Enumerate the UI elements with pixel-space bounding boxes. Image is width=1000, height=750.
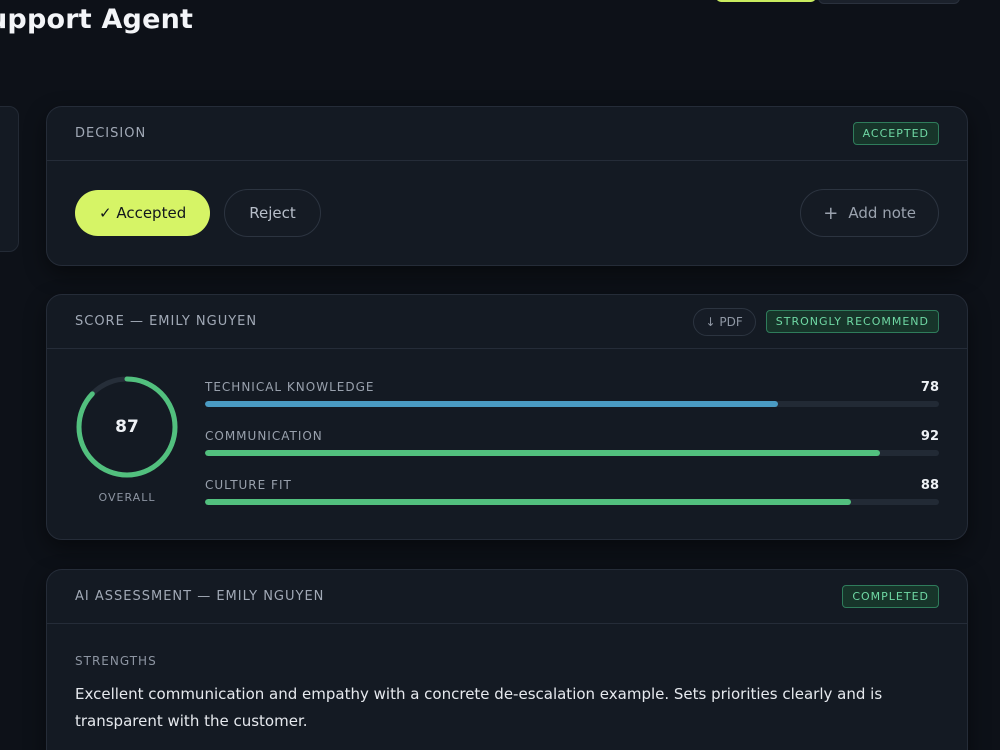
overall-label: OVERALL bbox=[98, 491, 156, 504]
plus-icon: + bbox=[823, 202, 839, 224]
metric-label: COMMUNICATION bbox=[205, 429, 323, 443]
ai-assessment-header: AI ASSESSMENT — EMILY NGUYEN COMPLETED bbox=[47, 570, 967, 624]
recommendation-badge: STRONGLY RECOMMEND bbox=[765, 310, 939, 333]
score-header: SCORE — EMILY NGUYEN ↓ PDF STRONGLY RECO… bbox=[47, 295, 967, 349]
score-body: 87 OVERALL TECHNICAL KNOWLEDGE 78 COMMUN… bbox=[47, 349, 967, 539]
add-note-button[interactable]: + Add note bbox=[800, 189, 939, 237]
strengths-label: STRENGTHS bbox=[75, 654, 157, 668]
overall-score-ring: 87 bbox=[75, 375, 179, 479]
metric-label: CULTURE FIT bbox=[205, 478, 292, 492]
score-title: SCORE — EMILY NGUYEN bbox=[75, 314, 258, 329]
metric-label: TECHNICAL KNOWLEDGE bbox=[205, 380, 375, 394]
metric-value: 92 bbox=[920, 428, 939, 444]
metric-value: 88 bbox=[920, 477, 939, 493]
decision-status-badge: ACCEPTED bbox=[852, 122, 939, 145]
overall-score-value: 87 bbox=[115, 417, 139, 437]
ai-assessment-card: AI ASSESSMENT — EMILY NGUYEN COMPLETED S… bbox=[46, 569, 968, 750]
score-metrics: TECHNICAL KNOWLEDGE 78 COMMUNICATION 92 bbox=[205, 379, 939, 526]
strengths-text: Excellent communication and empathy with… bbox=[75, 685, 883, 730]
top-action-pill[interactable] bbox=[716, 0, 816, 2]
page-title: upport Agent bbox=[0, 4, 194, 35]
metric-technical-knowledge: TECHNICAL KNOWLEDGE 78 bbox=[205, 379, 939, 428]
assessment-status-badge: COMPLETED bbox=[842, 585, 939, 608]
reject-button[interactable]: Reject bbox=[224, 189, 321, 237]
side-panel bbox=[0, 106, 19, 252]
decision-actions: ✓ Accepted Reject + Add note bbox=[47, 161, 967, 265]
metric-communication: COMMUNICATION 92 bbox=[205, 428, 939, 477]
metric-value: 78 bbox=[920, 379, 939, 395]
ai-assessment-body: STRENGTHS Excellent communication and em… bbox=[47, 624, 967, 735]
metric-bar bbox=[205, 499, 851, 505]
metric-track bbox=[205, 499, 939, 505]
add-note-label: Add note bbox=[848, 204, 916, 222]
metric-bar bbox=[205, 450, 881, 456]
download-pdf-button[interactable]: ↓ PDF bbox=[692, 307, 756, 336]
top-secondary-pill[interactable] bbox=[818, 0, 960, 4]
metric-bar bbox=[205, 401, 778, 407]
decision-title: DECISION bbox=[75, 126, 147, 141]
page: upport Agent DECISION ACCEPTED ✓ Accepte… bbox=[0, 0, 1000, 750]
metric-track bbox=[205, 450, 939, 456]
metric-culture-fit: CULTURE FIT 88 bbox=[205, 477, 939, 526]
decision-card: DECISION ACCEPTED ✓ Accepted Reject + Ad… bbox=[46, 106, 968, 266]
accepted-button[interactable]: ✓ Accepted bbox=[75, 190, 211, 236]
metric-track bbox=[205, 401, 939, 407]
score-card: SCORE — EMILY NGUYEN ↓ PDF STRONGLY RECO… bbox=[46, 294, 968, 540]
decision-header: DECISION ACCEPTED bbox=[47, 107, 967, 161]
ai-assessment-title: AI ASSESSMENT — EMILY NGUYEN bbox=[75, 589, 325, 604]
